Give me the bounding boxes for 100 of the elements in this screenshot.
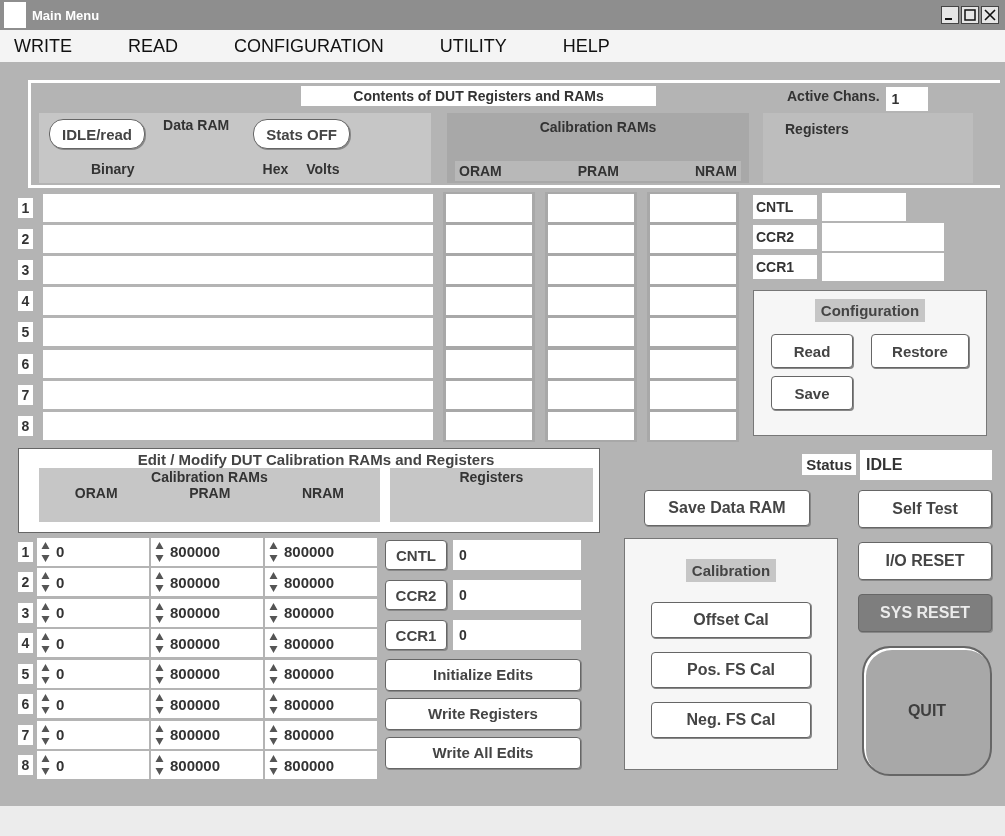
- nram-field[interactable]: [650, 255, 736, 284]
- spinner-icon[interactable]: [155, 693, 164, 716]
- register-button[interactable]: CNTL: [385, 540, 447, 570]
- stats-button[interactable]: Stats OFF: [253, 119, 350, 149]
- oram-field[interactable]: [446, 255, 532, 284]
- oram-field[interactable]: [446, 224, 532, 253]
- spin-field[interactable]: 800000: [265, 598, 377, 627]
- spin-field[interactable]: 800000: [151, 659, 263, 688]
- menu-item[interactable]: CONFIGURATION: [234, 35, 384, 57]
- pram-field[interactable]: [548, 193, 634, 222]
- nram-field[interactable]: [650, 193, 736, 222]
- data-field[interactable]: [43, 411, 433, 440]
- spin-field[interactable]: 800000: [151, 629, 263, 658]
- pram-field[interactable]: [548, 287, 634, 316]
- spin-field[interactable]: 0: [37, 690, 149, 719]
- nram-field[interactable]: [650, 411, 736, 440]
- spin-field[interactable]: 0: [37, 568, 149, 597]
- spinner-icon[interactable]: [269, 662, 278, 685]
- oram-field[interactable]: [446, 411, 532, 440]
- spin-field[interactable]: 800000: [265, 629, 377, 658]
- oram-field[interactable]: [446, 193, 532, 222]
- nram-field[interactable]: [650, 349, 736, 378]
- spinner-icon[interactable]: [269, 754, 278, 777]
- spin-field[interactable]: 800000: [151, 720, 263, 749]
- configuration-button[interactable]: Save: [771, 376, 853, 410]
- maximize-icon[interactable]: [961, 6, 979, 24]
- spinner-icon[interactable]: [155, 632, 164, 655]
- pram-field[interactable]: [548, 411, 634, 440]
- register-field[interactable]: [822, 223, 944, 251]
- data-field[interactable]: [43, 349, 433, 378]
- spinner-icon[interactable]: [269, 571, 278, 594]
- input-field[interactable]: 1: [885, 87, 928, 111]
- spinner-icon[interactable]: [269, 632, 278, 655]
- pram-field[interactable]: [548, 224, 634, 253]
- spinner-icon[interactable]: [155, 540, 164, 563]
- spinner-icon[interactable]: [41, 662, 50, 685]
- register-field[interactable]: [822, 193, 906, 221]
- register-field[interactable]: 0: [453, 580, 581, 610]
- save-data-ram-button[interactable]: Save Data RAM: [644, 489, 810, 526]
- spin-field[interactable]: 0: [37, 751, 149, 780]
- spin-field[interactable]: 800000: [265, 690, 377, 719]
- spinner-icon[interactable]: [155, 601, 164, 624]
- spin-field[interactable]: 0: [37, 659, 149, 688]
- register-button[interactable]: CCR2: [385, 580, 447, 610]
- mode-button[interactable]: IDLE/read: [49, 119, 146, 149]
- spin-field[interactable]: 0: [37, 537, 149, 566]
- menu-item[interactable]: HELP: [562, 35, 610, 57]
- system-button[interactable]: Self Test: [858, 489, 992, 528]
- spinner-icon[interactable]: [269, 693, 278, 716]
- spin-field[interactable]: 800000: [265, 751, 377, 780]
- spinner-icon[interactable]: [41, 632, 50, 655]
- spin-field[interactable]: 800000: [265, 720, 377, 749]
- register-button[interactable]: CCR1: [385, 620, 447, 650]
- nram-field[interactable]: [650, 287, 736, 316]
- data-field[interactable]: [43, 224, 433, 253]
- spin-field[interactable]: 800000: [151, 568, 263, 597]
- calibration-button[interactable]: Pos. FS Cal: [651, 651, 811, 688]
- configuration-button[interactable]: Read: [771, 334, 853, 368]
- spin-field[interactable]: 0: [37, 720, 149, 749]
- spinner-icon[interactable]: [269, 723, 278, 746]
- data-field[interactable]: [43, 193, 433, 222]
- spinner-icon[interactable]: [41, 693, 50, 716]
- calibration-button[interactable]: Neg. FS Cal: [651, 701, 811, 738]
- spin-field[interactable]: 800000: [151, 751, 263, 780]
- calibration-button[interactable]: Offset Cal: [651, 601, 811, 638]
- minimize-icon[interactable]: [941, 6, 959, 24]
- spinner-icon[interactable]: [269, 601, 278, 624]
- system-button[interactable]: I/O RESET: [858, 541, 992, 580]
- spinner-icon[interactable]: [269, 540, 278, 563]
- spin-field[interactable]: 800000: [151, 537, 263, 566]
- nram-field[interactable]: [650, 380, 736, 409]
- spinner-icon[interactable]: [155, 571, 164, 594]
- oram-field[interactable]: [446, 349, 532, 378]
- data-field[interactable]: [43, 287, 433, 316]
- spinner-icon[interactable]: [41, 540, 50, 563]
- oram-field[interactable]: [446, 318, 532, 347]
- spinner-icon[interactable]: [41, 601, 50, 624]
- spin-field[interactable]: 800000: [265, 568, 377, 597]
- spin-field[interactable]: 0: [37, 629, 149, 658]
- spin-field[interactable]: 0: [37, 598, 149, 627]
- menu-item[interactable]: UTILITY: [439, 35, 507, 57]
- register-field[interactable]: [822, 253, 944, 281]
- spinner-icon[interactable]: [41, 571, 50, 594]
- spinner-icon[interactable]: [41, 723, 50, 746]
- spin-field[interactable]: 800000: [265, 659, 377, 688]
- menu-item[interactable]: WRITE: [14, 35, 72, 57]
- spinner-icon[interactable]: [155, 723, 164, 746]
- pram-field[interactable]: [548, 318, 634, 347]
- spinner-icon[interactable]: [155, 754, 164, 777]
- oram-field[interactable]: [446, 287, 532, 316]
- register-field[interactable]: 0: [453, 620, 581, 650]
- data-field[interactable]: [43, 318, 433, 347]
- pram-field[interactable]: [548, 255, 634, 284]
- spin-field[interactable]: 800000: [265, 537, 377, 566]
- data-field[interactable]: [43, 380, 433, 409]
- register-field[interactable]: 0: [453, 540, 581, 570]
- edit-action-button[interactable]: Write Registers: [385, 697, 581, 730]
- pram-field[interactable]: [548, 349, 634, 378]
- menu-item[interactable]: READ: [128, 35, 178, 57]
- spin-field[interactable]: 800000: [151, 598, 263, 627]
